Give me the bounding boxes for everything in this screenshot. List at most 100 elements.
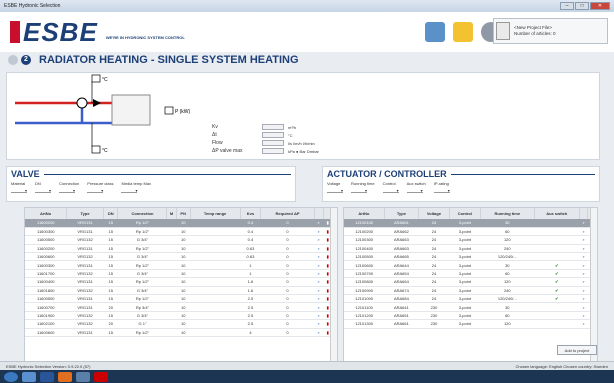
magnifier-icon[interactable]: ⌕: [314, 277, 324, 287]
table-row[interactable]: 11600300 VRG131 15 Rp 1/2" 10 1 0 ⌕ ▮: [25, 260, 337, 270]
table-row[interactable]: 11601900 VRG132 15 G 3/4" 10 2.5 0 ⌕ ▮: [25, 311, 337, 321]
table-row[interactable]: 11601700 VRG132 15 G 3/4" 10 1 0 ⌕ ▮: [25, 269, 337, 279]
start-icon[interactable]: [4, 371, 18, 382]
filter-pressure[interactable]: Pressure class ▾: [87, 181, 113, 193]
filter-connection[interactable]: Connection ▾: [59, 181, 79, 193]
magnifier-icon[interactable]: ⌕: [579, 269, 588, 279]
valve-scrollbar[interactable]: [330, 208, 337, 367]
table-cell: 1: [240, 269, 261, 279]
table-row[interactable]: 12101100ARA6412303-point30⌕▮: [344, 302, 597, 312]
filter-running-time[interactable]: Running time ▾: [351, 181, 375, 193]
magnifier-icon[interactable]: ⌕: [579, 294, 588, 304]
magnifier-icon[interactable]: ⌕: [314, 319, 324, 329]
check-icon: [534, 319, 580, 329]
table-row[interactable]: 12100300ARA663243-point120⌕▮: [344, 235, 597, 245]
filter-aux-switch[interactable]: Aux switch ▾: [406, 181, 426, 193]
outlook-icon[interactable]: [58, 371, 72, 382]
project-info[interactable]: <New Project File> Number of articles: 0: [493, 18, 608, 44]
table-row[interactable]: 11600300 VRG131 15 Rp 1/2" 10 0.4 0 ⌕ ▮: [25, 227, 337, 237]
magnifier-icon[interactable]: ⌕: [314, 286, 324, 296]
magnifier-icon[interactable]: ⌕: [314, 302, 324, 312]
table-row[interactable]: 11601800 VRG132 15 G 3/4" 10 1.6 0 ⌕ ▮: [25, 286, 337, 296]
table-row[interactable]: 12101300ARA6612303-point120⌕▮: [344, 319, 597, 329]
magnifier-icon[interactable]: ⌕: [314, 294, 324, 304]
folder-icon[interactable]: [453, 22, 473, 42]
table-row[interactable]: 11600600 VRG132 15 G 3/4" 10 0.63 0 ⌕ ▮: [25, 252, 337, 262]
table-row[interactable]: 12100600ARA644243-point30✔⌕▮: [344, 260, 597, 270]
magnifier-icon[interactable]: ⌕: [314, 269, 324, 279]
table-row[interactable]: 12100100ARA661243-point30⌕▮: [344, 219, 597, 228]
add-to-project-button[interactable]: Add to project: [557, 345, 597, 355]
language-country-text: Chosen language: English Chosen country:…: [515, 363, 608, 369]
table-row[interactable]: 11602100 VRG132 20 G 1" 10 2.5 0 ⌕ ▮: [25, 319, 337, 329]
back-icon[interactable]: [8, 54, 18, 65]
magnifier-icon[interactable]: ⌕: [579, 252, 588, 262]
table-cell: [166, 219, 177, 228]
maximize-button[interactable]: □: [575, 2, 589, 10]
home-icon[interactable]: [425, 22, 445, 42]
temp-bottom-box[interactable]: [91, 145, 101, 154]
magnifier-icon[interactable]: ⌕: [579, 311, 588, 321]
actuator-scrollbar[interactable]: [590, 208, 597, 367]
magnifier-icon[interactable]: ⌕: [314, 227, 324, 237]
flow-input[interactable]: [262, 140, 284, 146]
magnifier-icon[interactable]: ⌕: [314, 252, 324, 262]
table-row[interactable]: 12100400ARA663243-point240⌕▮: [344, 244, 597, 254]
table-row[interactable]: 11600200 VRG131 15 Rp 1/2" 10 0.63 0 ⌕ ▮: [25, 244, 337, 254]
magnifier-icon[interactable]: ⌕: [579, 219, 588, 228]
table-row[interactable]: 11600500 VRG131 15 Rp 1/2" 10 2.5 0 ⌕ ▮: [25, 294, 337, 304]
table-row[interactable]: 11600200 VRG131 15 Rp 1/2" 10 0.4 0 ⌕ ▮: [25, 219, 337, 228]
minimize-button[interactable]: –: [560, 2, 574, 10]
dt-label: Δt: [212, 132, 217, 138]
table-cell: 3-point: [449, 277, 481, 287]
filter-dn[interactable]: DN ▾: [35, 181, 51, 193]
magnifier-icon[interactable]: ⌕: [579, 286, 588, 296]
table-cell: 24: [418, 277, 450, 287]
filter-ip-rating[interactable]: IP-rating ▾: [433, 181, 450, 193]
magnifier-icon[interactable]: ⌕: [314, 311, 324, 321]
check-icon: ✔: [534, 286, 580, 296]
kv-input[interactable]: [262, 124, 284, 130]
check-icon: [534, 302, 580, 312]
magnifier-icon[interactable]: ⌕: [314, 235, 324, 245]
magnifier-icon[interactable]: ⌕: [314, 260, 324, 270]
filter-material[interactable]: Material ▾: [11, 181, 27, 193]
table-row[interactable]: 12101200ARA6512303-point60⌕▮: [344, 311, 597, 321]
table-cell: 3-point: [449, 244, 481, 254]
magnifier-icon[interactable]: ⌕: [579, 277, 588, 287]
window-title: ESBE Hydronic Selection: [4, 3, 61, 9]
app-icon[interactable]: [76, 371, 90, 382]
power-box[interactable]: [164, 106, 174, 115]
explorer-icon[interactable]: [22, 371, 36, 382]
close-button[interactable]: ✕: [590, 2, 610, 10]
magnifier-icon[interactable]: ⌕: [314, 219, 324, 228]
table-row[interactable]: 11600700 VRG131 20 Rp 3/4" 10 2.5 0 ⌕ ▮: [25, 302, 337, 312]
dp-input[interactable]: [262, 148, 284, 154]
table-row[interactable]: 11600500 VRG132 15 G 3/4" 10 0.4 0 ⌕ ▮: [25, 235, 337, 245]
magnifier-icon[interactable]: ⌕: [579, 260, 588, 270]
table-cell: 15: [103, 252, 118, 262]
filter-media-temp[interactable]: Media temp Max ▾: [121, 181, 151, 193]
filter-voltage[interactable]: Voltage ▾: [327, 181, 343, 193]
temp-top-box[interactable]: [91, 74, 101, 83]
magnifier-icon[interactable]: ⌕: [579, 319, 588, 329]
table-row[interactable]: 11600600 VRG131 15 Rp 1/2" 10 4 0 ⌕ ▮: [25, 328, 337, 337]
table-row[interactable]: 11600400 VRG131 15 Rp 1/2" 10 1.6 0 ⌕ ▮: [25, 277, 337, 287]
magnifier-icon[interactable]: ⌕: [314, 328, 324, 337]
dt-input[interactable]: [262, 132, 284, 138]
magnifier-icon[interactable]: ⌕: [579, 235, 588, 245]
table-row[interactable]: 12100500ARA665243-point120/240/...⌕▮: [344, 252, 597, 262]
table-row[interactable]: 12100700ARA654243-point60✔⌕▮: [344, 269, 597, 279]
table-row[interactable]: 12100200ARA662243-point60⌕▮: [344, 227, 597, 237]
magnifier-icon[interactable]: ⌕: [579, 302, 588, 312]
word-icon[interactable]: [40, 371, 54, 382]
table-row[interactable]: 12100800ARA664243-point120✔⌕▮: [344, 277, 597, 287]
table-cell: [166, 235, 177, 245]
magnifier-icon[interactable]: ⌕: [579, 244, 588, 254]
table-row[interactable]: 12100900ARA674243-point240✔⌕▮: [344, 286, 597, 296]
filter-control[interactable]: Control ▾: [382, 181, 399, 193]
magnifier-icon[interactable]: ⌕: [579, 227, 588, 237]
pdf-app-icon[interactable]: [94, 371, 108, 382]
magnifier-icon[interactable]: ⌕: [314, 244, 324, 254]
table-row[interactable]: 12101000ARA684243-point120/240/...✔⌕▮: [344, 294, 597, 304]
